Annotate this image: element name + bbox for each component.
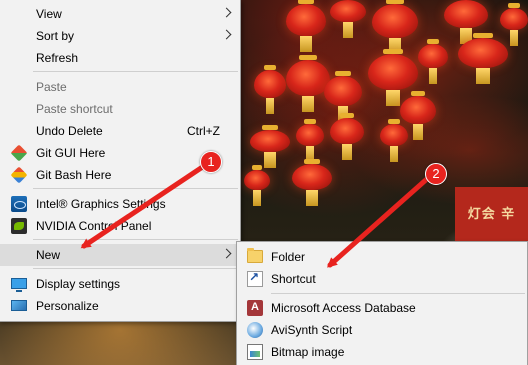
step-2-badge: 2 xyxy=(425,163,447,185)
annotation-arrows xyxy=(80,163,431,268)
step1-arrow xyxy=(80,163,207,249)
desktop[interactable]: 灯会 辛 View Sort by Refresh Paste Paste sh… xyxy=(0,0,528,365)
step-1-badge: 1 xyxy=(200,151,222,173)
step2-arrow xyxy=(327,175,431,268)
